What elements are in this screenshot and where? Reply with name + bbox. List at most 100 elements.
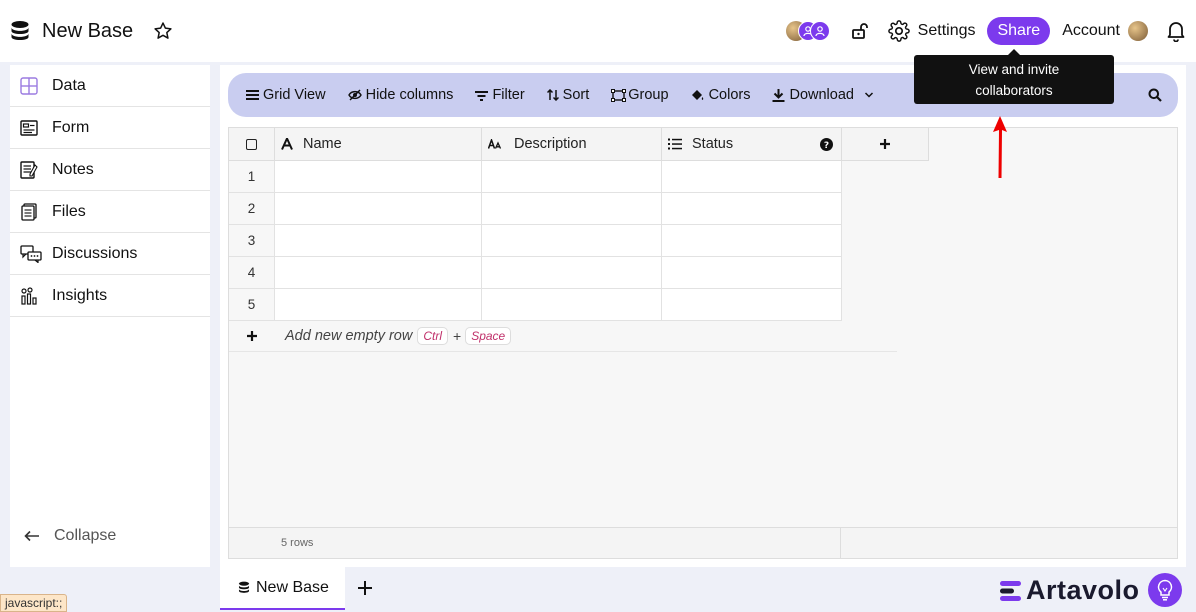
brand-logo: Artavolo (1000, 575, 1140, 606)
main-panel: Grid View Hide columns Filter Sort Group… (220, 65, 1186, 567)
search-icon[interactable] (1148, 88, 1162, 102)
table-row[interactable]: 5 (229, 289, 842, 321)
account-button[interactable]: Account (1062, 21, 1148, 41)
column-header-description[interactable]: Description (482, 128, 662, 161)
annotation-arrow-icon (993, 116, 1007, 178)
grid-cell[interactable] (482, 161, 662, 193)
page-title: New Base (42, 19, 134, 42)
download-button[interactable]: Download (772, 87, 854, 103)
logo-icon (1000, 580, 1022, 602)
row-number: 3 (229, 225, 275, 257)
status-bar-url: javascript:; (0, 594, 68, 612)
grid-cell[interactable] (662, 193, 842, 225)
arrow-left-icon (24, 530, 40, 542)
shortcut-key: Ctrl (417, 327, 449, 345)
grid-cell[interactable] (275, 289, 482, 321)
row-number: 5 (229, 289, 275, 321)
download-dropdown[interactable] (864, 91, 874, 99)
sidebar-item-label: Notes (52, 160, 94, 178)
grid-cell[interactable] (275, 225, 482, 257)
bell-icon[interactable] (1166, 20, 1186, 42)
tab-label: New Base (256, 578, 329, 596)
grid-cell[interactable] (482, 289, 662, 321)
share-button[interactable]: Share (987, 17, 1051, 45)
group-button[interactable]: Group (611, 87, 669, 103)
colors-button[interactable]: Colors (691, 87, 751, 103)
database-icon (10, 20, 30, 42)
sidebar-item-files[interactable]: Files (10, 191, 210, 233)
select-all-checkbox[interactable] (246, 138, 257, 150)
grid-icon (20, 76, 38, 95)
grid-header: Name Description Status ? (229, 128, 929, 161)
grid-cell[interactable] (662, 289, 842, 321)
tab-new-base[interactable]: New Base (220, 567, 345, 610)
lightbulb-icon[interactable] (1148, 573, 1182, 607)
colors-label: Colors (708, 87, 751, 103)
data-grid: Name Description Status ? 1 2 3 4 5 Add … (228, 127, 1178, 559)
hide-columns-button[interactable]: Hide columns (347, 87, 454, 103)
plus-icon (229, 330, 275, 342)
hide-columns-label: Hide columns (365, 87, 454, 103)
sidebar-item-form[interactable]: Form (10, 107, 210, 149)
grid-view-label: Grid View (263, 87, 326, 103)
collapse-button[interactable]: Collapse (24, 527, 116, 545)
header-actions: Settings Share Account (785, 14, 1186, 48)
table-row[interactable]: 3 (229, 225, 842, 257)
sort-button[interactable]: Sort (546, 87, 589, 103)
sidebar-item-label: Form (52, 118, 90, 136)
add-row-button[interactable]: Add new empty row Ctrl + Space (229, 321, 897, 352)
unlock-icon[interactable] (850, 21, 870, 41)
sidebar-item-label: Insights (52, 286, 108, 304)
sidebar-item-discussions[interactable]: Discussions (10, 233, 210, 275)
column-header-name[interactable]: Name (275, 128, 482, 161)
row-count: 5 rows (229, 528, 841, 558)
discussions-icon (20, 244, 42, 263)
table-row[interactable]: 1 (229, 161, 842, 193)
shortcut-plus: + (453, 328, 462, 344)
column-header-status[interactable]: Status ? (662, 128, 842, 161)
bottom-bar: New Base Artavolo (0, 567, 1196, 612)
grid-cell[interactable] (662, 257, 842, 289)
group-icon (611, 88, 627, 102)
star-icon[interactable] (153, 21, 173, 41)
grid-cell[interactable] (482, 225, 662, 257)
plus-icon (879, 138, 891, 150)
grid-cell[interactable] (275, 257, 482, 289)
sidebar-item-notes[interactable]: Notes (10, 149, 210, 191)
row-number: 4 (229, 257, 275, 289)
column-header-label: Description (514, 136, 587, 152)
collaborator-avatars[interactable] (785, 21, 830, 41)
files-icon (20, 202, 38, 221)
grid-view-button[interactable]: Grid View (246, 87, 326, 103)
add-tab-icon[interactable] (357, 580, 373, 596)
sidebar-item-label: Data (52, 76, 86, 94)
table-row[interactable]: 2 (229, 193, 842, 225)
paint-icon (691, 89, 704, 101)
grid-footer: 5 rows (229, 527, 1177, 558)
column-header-label: Name (303, 136, 342, 152)
gear-icon (887, 20, 910, 42)
sidebar-item-insights[interactable]: Insights (10, 275, 210, 317)
select-all-cell[interactable] (229, 128, 275, 161)
sort-icon (546, 89, 559, 101)
collapse-label: Collapse (54, 527, 117, 544)
tooltip-line: collaborators (975, 83, 1053, 98)
insights-icon (20, 286, 38, 305)
grid-cell[interactable] (482, 193, 662, 225)
grid-cell[interactable] (482, 257, 662, 289)
svg-text:?: ? (824, 141, 829, 151)
add-column-button[interactable] (842, 128, 929, 161)
download-icon (772, 88, 785, 102)
add-row-label: Add new empty row (285, 328, 413, 344)
notes-icon (20, 160, 38, 179)
table-row[interactable]: 4 (229, 257, 842, 289)
grid-cell[interactable] (662, 225, 842, 257)
grid-cell[interactable] (662, 161, 842, 193)
grid-cell[interactable] (275, 193, 482, 225)
settings-button[interactable]: Settings (887, 20, 975, 42)
filter-button[interactable]: Filter (475, 87, 525, 103)
sidebar-item-data[interactable]: Data (10, 65, 210, 107)
avatar (1128, 21, 1148, 41)
grid-cell[interactable] (275, 161, 482, 193)
help-icon[interactable]: ? (820, 138, 833, 151)
